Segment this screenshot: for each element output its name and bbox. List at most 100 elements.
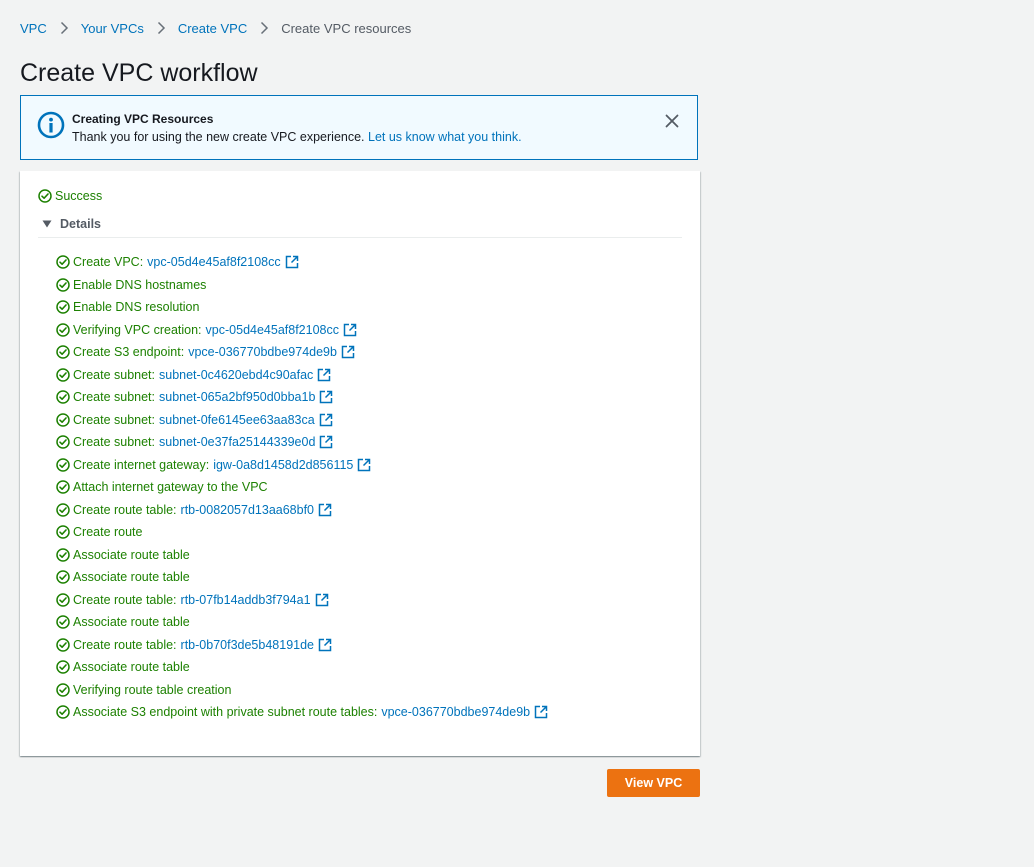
step-label: Create route table: (73, 502, 177, 517)
details-label: Details (60, 217, 101, 231)
resource-link[interactable]: subnet-0c4620ebd4c90afac (159, 368, 313, 382)
resource-link[interactable]: subnet-065a2bf950d0bba1b (159, 390, 315, 404)
workflow-step: Associate route table (56, 566, 548, 589)
external-link-icon[interactable] (341, 345, 355, 359)
success-check-icon (56, 345, 70, 359)
breadcrumb-link[interactable]: VPC (20, 21, 47, 36)
resource-link[interactable]: rtb-0b70f3de5b48191de (181, 638, 314, 652)
success-check-icon (56, 660, 70, 674)
success-check-icon (56, 525, 70, 539)
workflow-step: Enable DNS hostnames (56, 274, 548, 297)
external-link-icon[interactable] (318, 638, 332, 652)
success-check-icon (56, 638, 70, 652)
external-link-icon[interactable] (343, 323, 357, 337)
step-label: Associate route table (73, 615, 190, 630)
success-check-icon (56, 323, 70, 337)
step-label: Create subnet: (73, 412, 155, 427)
external-link-icon[interactable] (315, 593, 329, 607)
external-link-icon[interactable] (357, 458, 371, 472)
step-label: Associate route table (73, 570, 190, 585)
success-check-icon (56, 548, 70, 562)
workflow-step: Create subnet: subnet-065a2bf950d0bba1b (56, 386, 548, 409)
external-link-icon[interactable] (285, 255, 299, 269)
workflow-status-panel: Success Details Create VPC: vpc-05d4e45af… (20, 171, 700, 756)
step-list: Create VPC: vpc-05d4e45af8f2108cc Enable D… (56, 251, 548, 724)
success-check-icon (56, 300, 70, 314)
breadcrumb-separator (150, 19, 172, 37)
view-vpc-button[interactable]: View VPC (607, 769, 700, 797)
caret-down-icon (42, 220, 52, 228)
chevron-right-icon (261, 21, 269, 35)
step-label: Associate S3 endpoint with private subne… (73, 705, 378, 720)
step-label: Create S3 endpoint: (73, 345, 185, 360)
external-link-icon[interactable] (317, 368, 331, 382)
flash-message-text: Thank you for using the new create VPC e… (72, 130, 368, 144)
details-expander[interactable]: Details (42, 217, 101, 231)
resource-link[interactable]: igw-0a8d1458d2d856115 (213, 458, 353, 472)
workflow-step: Create subnet: subnet-0c4620ebd4c90afac (56, 364, 548, 387)
dismiss-flash-button[interactable] (663, 112, 681, 130)
success-check-icon (56, 480, 70, 494)
success-check-icon (56, 458, 70, 472)
success-check-icon (56, 683, 70, 697)
step-label: Enable DNS hostnames (73, 277, 207, 292)
workflow-step: Create route (56, 521, 548, 544)
workflow-step: Create route table: rtb-0082057d13aa68bf0 (56, 499, 548, 522)
external-link-icon[interactable] (534, 705, 548, 719)
workflow-step: Create internet gateway: igw-0a8d1458d2d8… (56, 454, 548, 477)
resource-link[interactable]: rtb-0082057d13aa68bf0 (181, 503, 314, 517)
step-label: Verifying VPC creation: (73, 322, 202, 337)
info-icon (37, 111, 65, 139)
step-label: Create route (73, 525, 143, 540)
workflow-step: Associate route table (56, 544, 548, 567)
workflow-step: Create subnet: subnet-0e37fa25144339e0d (56, 431, 548, 454)
success-check-icon (56, 278, 70, 292)
chevron-right-icon (60, 21, 68, 35)
success-check-icon (56, 705, 70, 719)
divider (38, 237, 682, 238)
resource-link[interactable]: subnet-0e37fa25144339e0d (159, 435, 315, 449)
workflow-step: Create route table: rtb-07fb14addb3f794a1 (56, 589, 548, 612)
workflow-step: Enable DNS resolution (56, 296, 548, 319)
external-link-icon[interactable] (319, 413, 333, 427)
step-label: Create subnet: (73, 390, 155, 405)
workflow-step: Create route table: rtb-0b70f3de5b48191de (56, 634, 548, 657)
breadcrumb-separator (53, 19, 75, 37)
chevron-right-icon (157, 21, 165, 35)
flash-message: Thank you for using the new create VPC e… (72, 130, 522, 144)
external-link-icon[interactable] (318, 503, 332, 517)
resource-link[interactable]: vpc-05d4e45af8f2108cc (206, 323, 339, 337)
success-check-icon (56, 593, 70, 607)
workflow-step: Attach internet gateway to the VPC (56, 476, 548, 499)
status-check-icon (38, 189, 52, 203)
step-label: Associate route table (73, 660, 190, 675)
flash-title: Creating VPC Resources (72, 112, 214, 126)
success-check-icon (56, 368, 70, 382)
success-check-icon (56, 615, 70, 629)
status-label: Success (55, 189, 103, 203)
resource-link[interactable]: vpc-05d4e45af8f2108cc (147, 255, 280, 269)
breadcrumb-separator (253, 19, 275, 37)
breadcrumb: VPC Your VPCs Create VPC Create VPC resourc… (20, 19, 411, 37)
breadcrumb-link[interactable]: Your VPCs (81, 21, 144, 36)
resource-link[interactable]: subnet-0fe6145ee63aa83ca (159, 413, 315, 427)
resource-link[interactable]: rtb-07fb14addb3f794a1 (181, 593, 311, 607)
success-check-icon (56, 435, 70, 449)
step-label: Verifying route table creation (73, 682, 232, 697)
success-check-icon (56, 413, 70, 427)
step-label: Create route table: (73, 637, 177, 652)
breadcrumb-link[interactable]: Create VPC (178, 21, 247, 36)
step-label: Associate route table (73, 547, 190, 562)
workflow-step: Verifying VPC creation: vpc-05d4e45af8f21… (56, 319, 548, 342)
external-link-icon[interactable] (319, 390, 333, 404)
workflow-step: Associate route table (56, 656, 548, 679)
resource-link[interactable]: vpce-036770bdbe974de9b (188, 345, 337, 359)
workflow-step: Verifying route table creation (56, 679, 548, 702)
info-flashbar: Creating VPC Resources Thank you for usi… (20, 95, 698, 160)
feedback-link[interactable]: Let us know what you think. (368, 130, 522, 144)
page-title: Create VPC workflow (20, 59, 258, 87)
success-check-icon (56, 570, 70, 584)
resource-link[interactable]: vpce-036770bdbe974de9b (381, 705, 530, 719)
workflow-step: Associate S3 endpoint with private subne… (56, 701, 548, 724)
external-link-icon[interactable] (319, 435, 333, 449)
